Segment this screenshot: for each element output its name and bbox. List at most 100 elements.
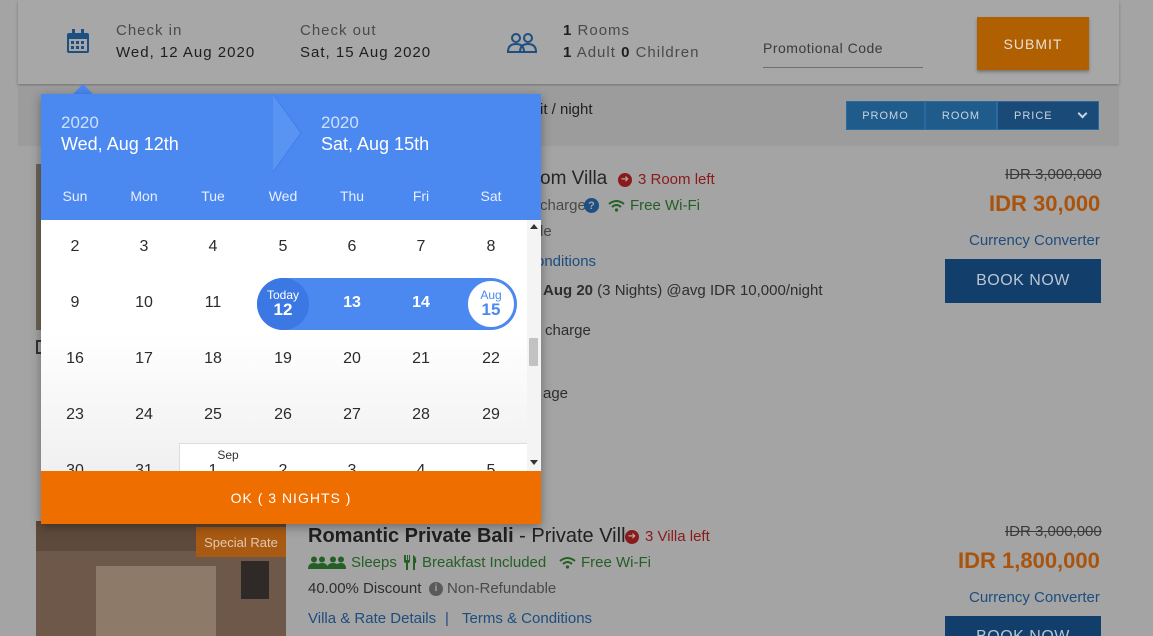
price-unit-text: it / night: [540, 101, 593, 118]
calendar-day[interactable]: 11: [188, 278, 238, 328]
weekday-label: Wed: [268, 188, 298, 204]
scrollbar-thumb[interactable]: [529, 338, 538, 366]
scroll-down-arrow-icon[interactable]: [530, 460, 538, 465]
sort-promo-button[interactable]: PROMO: [846, 101, 925, 130]
weekday-label: Mon: [130, 188, 158, 204]
currency-converter-link[interactable]: Currency Converter: [969, 232, 1100, 249]
rooms-summary[interactable]: 1 Rooms: [563, 22, 630, 39]
calendar-day[interactable]: 21: [396, 334, 446, 384]
calendar-day[interactable]: 26: [258, 390, 308, 440]
calendar-day-in-range[interactable]: 13: [327, 278, 377, 328]
villas-left-text: 3 Villa left: [645, 528, 710, 545]
cutlery-icon: [404, 555, 417, 570]
end-date-display[interactable]: 2020 Sat, Aug 15th: [301, 94, 541, 172]
wifi-amenity: Free Wi-Fi: [559, 554, 651, 571]
currency-converter-link[interactable]: Currency Converter: [969, 589, 1100, 606]
checkin-value[interactable]: Wed, 12 Aug 2020: [116, 44, 255, 61]
calendar-day[interactable]: 1: [188, 446, 238, 471]
promo-code-input[interactable]: Promotional Code: [763, 37, 923, 68]
old-price: IDR 3,000,000: [1005, 523, 1102, 540]
wifi-label: Free Wi-Fi: [630, 197, 700, 214]
scroll-up-arrow-icon[interactable]: [530, 224, 538, 229]
calendar-icon[interactable]: [66, 29, 90, 54]
calendar-day-range-end[interactable]: Aug 15: [466, 279, 516, 329]
guests-summary[interactable]: 1 Adult 0 Children: [563, 44, 699, 61]
weekday-label: Tue: [201, 188, 225, 204]
book-now-button[interactable]: BOOK NOW: [945, 616, 1101, 636]
listing-title[interactable]: om Villa: [540, 168, 607, 190]
wifi-icon: [559, 557, 576, 569]
help-icon[interactable]: ?: [584, 198, 599, 213]
calendar-day[interactable]: 2: [258, 446, 308, 471]
calendar-scrollbar[interactable]: [527, 220, 541, 471]
calendar-day-range-start[interactable]: Today 12: [257, 278, 309, 330]
checkin-label: Check in: [116, 22, 183, 39]
calendar-day[interactable]: 20: [327, 334, 377, 384]
conditions-link[interactable]: onditions: [536, 253, 596, 270]
calendar-day[interactable]: 18: [188, 334, 238, 384]
calendar-grid: Sep 2 3 4 5 6 7 8 9 10 11 Today 12 13 14…: [41, 220, 527, 471]
calendar-day[interactable]: 22: [466, 334, 516, 384]
calendar-day[interactable]: 29: [466, 390, 516, 440]
calendar-day[interactable]: 30: [50, 446, 100, 471]
calendar-day[interactable]: 17: [119, 334, 169, 384]
refund-policy: i Non-Refundable: [429, 580, 556, 597]
sort-price-button[interactable]: PRICE: [997, 101, 1099, 130]
calendar-day[interactable]: 8: [466, 222, 516, 272]
calendar-day[interactable]: 3: [119, 222, 169, 272]
calendar-day[interactable]: 23: [50, 390, 100, 440]
calendar-day[interactable]: 28: [396, 390, 446, 440]
terms-link[interactable]: Terms & Conditions: [462, 610, 592, 627]
submit-button[interactable]: SUBMIT: [977, 17, 1089, 70]
sleeps-label: Sleeps: [351, 554, 397, 571]
package-text: age: [543, 385, 569, 402]
calendar-day[interactable]: 24: [119, 390, 169, 440]
calendar-day[interactable]: 4: [188, 222, 238, 272]
stay-summary: Aug 20 (3 Nights) @avg IDR 10,000/night: [543, 282, 823, 299]
calendar-day[interactable]: 5: [258, 222, 308, 272]
charge-text: charge: [540, 197, 586, 214]
villas-left-badge: ➜ 3 Villa left: [625, 528, 710, 545]
calendar-day[interactable]: 7: [396, 222, 446, 272]
refund-label: Non-Refundable: [447, 580, 557, 597]
weekday-header: Sun Mon Tue Wed Thu Fri Sat: [41, 172, 541, 220]
calendar-day[interactable]: 10: [119, 278, 169, 328]
special-rate-badge: Special Rate: [196, 527, 286, 557]
people-icon: [308, 556, 346, 569]
weekday-label: Sat: [480, 188, 502, 204]
calendar-day[interactable]: 3: [327, 446, 377, 471]
listing-title-name: Romantic Private Bali: [308, 525, 514, 547]
wifi-label: Free Wi-Fi: [581, 554, 651, 571]
book-now-button[interactable]: BOOK NOW: [945, 259, 1101, 303]
calendar-day-in-range[interactable]: 14: [396, 278, 446, 328]
calendar-day[interactable]: 19: [258, 334, 308, 384]
weekday-label: Sun: [62, 188, 88, 204]
ok-button[interactable]: OK ( 3 NIGHTS ): [41, 471, 541, 524]
calendar-day[interactable]: 4: [396, 446, 446, 471]
old-price: IDR 3,000,000: [1005, 166, 1102, 183]
header-chevron-separator: [273, 94, 302, 172]
villa-details-link[interactable]: Villa & Rate Details: [308, 610, 436, 627]
breakfast-amenity: Breakfast Included: [403, 554, 546, 571]
arrow-right-icon: ➜: [625, 529, 639, 544]
day-number: 12: [273, 300, 293, 320]
checkout-value[interactable]: Sat, 15 Aug 2020: [300, 44, 431, 61]
calendar-day[interactable]: 6: [327, 222, 377, 272]
calendar-day[interactable]: 31: [119, 446, 169, 471]
adults-label: Adult: [576, 44, 616, 61]
calendar-day[interactable]: 9: [50, 278, 100, 328]
calendar-day[interactable]: 25: [188, 390, 238, 440]
listing-title[interactable]: Romantic Private Bali - Private Villa: [308, 525, 637, 548]
picker-header: 2020 Wed, Aug 12th 2020 Sat, Aug 15th: [41, 94, 541, 172]
stay-rate: (3 Nights) @avg IDR 10,000/night: [593, 282, 823, 299]
start-date-display[interactable]: 2020 Wed, Aug 12th: [41, 94, 273, 172]
calendar-day[interactable]: 27: [327, 390, 377, 440]
calendar-day[interactable]: 2: [50, 222, 100, 272]
sort-room-button[interactable]: ROOM: [925, 101, 997, 130]
calendar-day[interactable]: 5: [466, 446, 516, 471]
wifi-amenity: Free Wi-Fi: [608, 197, 700, 214]
calendar-day[interactable]: 16: [50, 334, 100, 384]
breakfast-label: Breakfast Included: [422, 554, 547, 571]
end-year: 2020: [321, 113, 359, 132]
stay-end-date: Aug 20: [543, 282, 594, 299]
